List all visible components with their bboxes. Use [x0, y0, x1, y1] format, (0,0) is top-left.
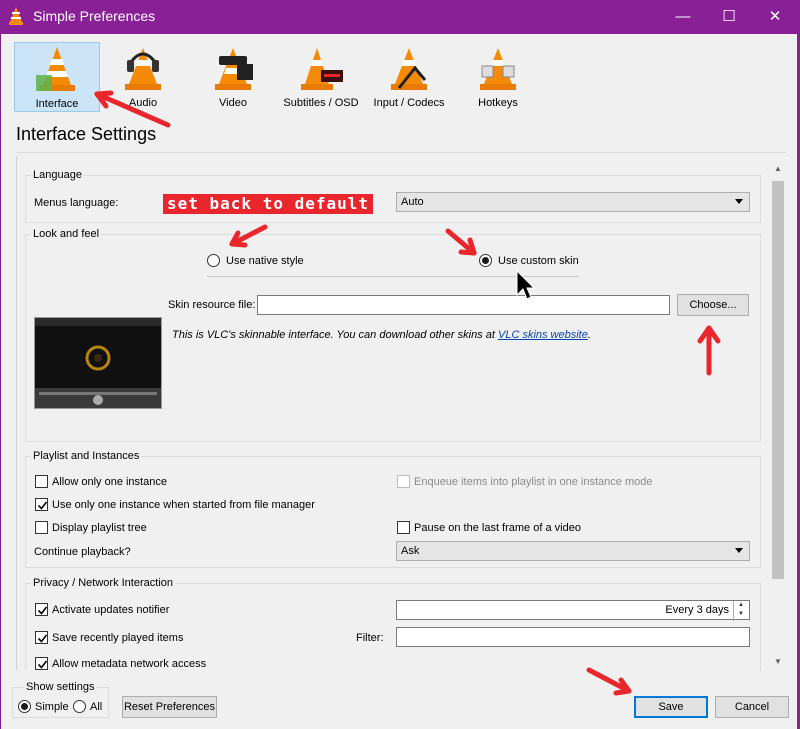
skin-preview-graphic	[35, 318, 161, 408]
category-label: Interface	[35, 98, 79, 110]
spin-buttons[interactable]: ▲ ▼	[733, 601, 749, 621]
menus-language-label: Menus language:	[34, 197, 119, 209]
vlc-app-icon	[9, 7, 23, 25]
category-input-codecs[interactable]: Input / Codecs	[366, 42, 452, 112]
file-manager-instance-label[interactable]: Use only one instance when started from …	[52, 499, 315, 511]
updates-interval-value: Every 3 days	[665, 604, 729, 616]
continue-playback-value: Ask	[401, 545, 420, 557]
scrollbar-thumb[interactable]	[772, 181, 784, 579]
checkmark-icon	[37, 660, 48, 669]
close-button[interactable]: ✕	[752, 0, 798, 34]
heading-divider	[16, 152, 786, 153]
recently-played-checkbox[interactable]	[35, 631, 48, 644]
skin-info-end: .	[587, 329, 591, 341]
vlc-cone-headphones-icon	[125, 48, 161, 90]
category-video[interactable]: Video	[190, 42, 276, 112]
filter-label: Filter:	[356, 632, 384, 644]
category-label: Hotkeys	[478, 97, 518, 109]
custom-skin-label[interactable]: Use custom skin	[498, 255, 579, 267]
spin-up-icon[interactable]: ▲	[738, 602, 744, 608]
language-group-title: Language	[31, 169, 84, 181]
native-style-radio[interactable]	[207, 254, 220, 267]
show-settings-title: Show settings	[24, 681, 97, 693]
spin-down-icon[interactable]: ▼	[738, 611, 744, 617]
category-label: Subtitles / OSD	[283, 97, 359, 109]
continue-playback-label: Continue playback?	[34, 546, 131, 558]
recently-played-label[interactable]: Save recently played items	[52, 632, 183, 644]
title-bar: Simple Preferences — ☐ ✕	[0, 0, 800, 34]
metadata-access-label[interactable]: Allow metadata network access	[52, 658, 206, 670]
updates-notifier-checkbox[interactable]	[35, 603, 48, 616]
skin-info-sentence: This is VLC's skinnable interface. You c…	[172, 329, 495, 341]
vertical-scrollbar[interactable]: ▲ ▼	[770, 161, 786, 670]
pause-last-frame-checkbox[interactable]	[397, 521, 410, 534]
annotation-note: set back to default	[163, 194, 374, 214]
playlist-group-title: Playlist and Instances	[31, 450, 142, 462]
category-interface[interactable]: Interface	[14, 42, 100, 112]
pause-last-frame-label[interactable]: Pause on the last frame of a video	[414, 522, 581, 534]
skin-preview-image	[34, 317, 162, 409]
continue-playback-select[interactable]: Ask	[396, 541, 750, 561]
category-label: Video	[219, 97, 247, 109]
skin-file-input[interactable]	[257, 295, 670, 315]
category-subtitles-osd[interactable]: Subtitles / OSD	[278, 42, 364, 112]
maximize-button[interactable]: ☐	[706, 0, 752, 34]
allow-one-instance-label[interactable]: Allow only one instance	[52, 476, 167, 488]
vlc-cone-cable-icon	[391, 48, 427, 90]
playlist-tree-label[interactable]: Display playlist tree	[52, 522, 147, 534]
all-settings-radio[interactable]	[73, 700, 86, 713]
category-hotkeys[interactable]: Hotkeys	[455, 42, 541, 112]
chevron-down-icon	[735, 199, 743, 204]
custom-skin-radio[interactable]	[479, 254, 492, 267]
page-title: Interface Settings	[16, 124, 157, 144]
save-button[interactable]: Save	[634, 696, 708, 718]
checkmark-icon	[37, 501, 48, 510]
window-left-border	[0, 34, 1, 729]
menus-language-value: Auto	[401, 196, 424, 208]
scroll-up-arrow-icon[interactable]: ▲	[770, 164, 786, 173]
skin-file-label: Skin resource file:	[168, 299, 256, 311]
category-label: Audio	[128, 97, 158, 109]
choose-skin-button[interactable]: Choose...	[677, 294, 749, 316]
playlist-tree-checkbox[interactable]	[35, 521, 48, 534]
skin-info-text: This is VLC's skinnable interface. You c…	[172, 329, 591, 341]
category-audio[interactable]: Audio	[100, 42, 186, 112]
style-divider	[207, 276, 579, 277]
metadata-access-checkbox[interactable]	[35, 657, 48, 670]
enqueue-items-checkbox	[397, 475, 410, 488]
filter-input[interactable]	[396, 627, 750, 647]
window-title: Simple Preferences	[33, 8, 156, 24]
radio-selected-dot	[482, 257, 489, 264]
category-toolbar: Interface Audio Video Subtitles / OSD In…	[0, 34, 797, 122]
cancel-button[interactable]: Cancel	[715, 696, 789, 718]
checkmark-icon	[37, 606, 48, 615]
native-style-label[interactable]: Use native style	[226, 255, 304, 267]
vlc-skins-website-link[interactable]: VLC skins website	[498, 329, 588, 341]
chevron-down-icon	[735, 548, 743, 553]
all-settings-label[interactable]: All	[90, 701, 102, 713]
category-label: Input / Codecs	[373, 97, 445, 109]
privacy-group-title: Privacy / Network Interaction	[31, 577, 175, 589]
vlc-cone-interface-icon	[36, 47, 75, 91]
minimize-button[interactable]: —	[660, 0, 706, 34]
vlc-cone-keys-icon	[480, 48, 516, 90]
simple-settings-label[interactable]: Simple	[35, 701, 69, 713]
look-and-feel-group-title: Look and feel	[31, 228, 102, 240]
reset-preferences-button[interactable]: Reset Preferences	[122, 696, 217, 718]
vlc-cone-glasses-icon	[215, 48, 253, 90]
updates-notifier-label[interactable]: Activate updates notifier	[52, 604, 169, 616]
checkmark-icon	[37, 634, 48, 643]
updates-interval-spinbox[interactable]: Every 3 days ▲ ▼	[396, 600, 750, 621]
vlc-cone-subtitles-icon	[301, 48, 343, 90]
enqueue-items-label: Enqueue items into playlist in one insta…	[414, 476, 653, 488]
allow-one-instance-checkbox[interactable]	[35, 475, 48, 488]
radio-selected-dot	[21, 703, 28, 710]
file-manager-instance-checkbox[interactable]	[35, 498, 48, 511]
menus-language-select[interactable]: Auto	[396, 192, 750, 212]
scroll-down-arrow-icon[interactable]: ▼	[770, 657, 786, 666]
simple-settings-radio[interactable]	[18, 700, 31, 713]
arrow-to-save-button-icon	[586, 667, 632, 696]
